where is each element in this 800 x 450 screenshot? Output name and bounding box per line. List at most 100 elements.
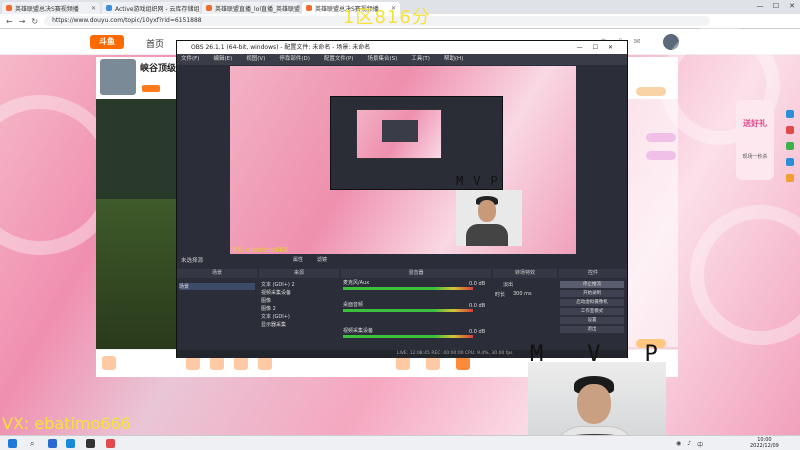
source-item[interactable]: 图像 — [261, 297, 271, 304]
forward-icon[interactable]: → — [19, 17, 26, 26]
badge — [646, 133, 676, 142]
gift-item[interactable] — [210, 356, 224, 370]
refresh-icon[interactable]: ↻ — [31, 17, 38, 26]
no-source-label: 未选择源 — [181, 258, 204, 264]
app-icon[interactable] — [786, 142, 794, 150]
search-icon[interactable]: ⌕ — [30, 439, 40, 448]
gift-item[interactable] — [234, 356, 248, 370]
promo-banner[interactable] — [736, 100, 774, 180]
windows-taskbar: ⌕ ◉ ♪ 中 10:00 2022/12/09 — [0, 435, 800, 450]
clock[interactable]: 10:00 2022/12/09 — [750, 437, 779, 449]
gift-item[interactable] — [426, 356, 440, 370]
task-view-icon[interactable] — [48, 439, 57, 448]
badge — [636, 87, 666, 96]
menu-help[interactable]: 帮助(H) — [444, 54, 463, 65]
obs-preview[interactable]: MVP VX: ebatimo666 — [230, 66, 576, 254]
vx-contact-overlay: VX: ebatimo666 — [2, 414, 131, 433]
menu-file[interactable]: 文件(F) — [181, 54, 199, 65]
maximize-icon[interactable]: ☐ — [768, 0, 784, 12]
virtual-camera-button[interactable]: 启动虚拟摄像机 — [560, 299, 624, 306]
streamer-room-title: 峡谷顶级 — [140, 64, 177, 74]
close-tab-icon[interactable]: ✕ — [91, 5, 96, 12]
properties-button[interactable]: 属性 — [293, 256, 303, 263]
stop-streaming-button[interactable]: 停止推流 — [560, 281, 624, 288]
gift-item[interactable] — [186, 356, 200, 370]
browser-tab[interactable]: 英雄联盟总决S赛视频播 ✕ — [2, 2, 100, 14]
menu-scene-collection[interactable]: 场景集合(S) — [367, 54, 397, 65]
badge — [646, 151, 676, 160]
duration-input[interactable]: 300 ms — [513, 291, 532, 297]
obs-window: OBS 26.1.1 (64-bit, windows) - 配置文件: 未命名… — [176, 40, 628, 358]
sources-header: 来源 — [259, 269, 339, 278]
source-item[interactable]: 图像 2 — [261, 305, 276, 312]
browser-tab[interactable]: Active游戏组织网 - 云库存储组 ✕ — [102, 2, 200, 14]
douyu-favicon-icon — [6, 5, 12, 11]
source-item[interactable]: 显示器采集 — [261, 321, 286, 328]
nav-home-link[interactable]: 首页 — [146, 37, 164, 50]
browser-tab[interactable]: 英雄联盟直播_lol直播_英雄联盟 ✕ — [202, 2, 300, 14]
mixer-channel-name: 桌面音频 — [343, 302, 364, 308]
mixer-meter — [343, 335, 473, 338]
obs-taskbar-icon[interactable] — [86, 439, 95, 448]
scene-item[interactable]: 场景 — [179, 283, 255, 290]
share-icon[interactable] — [786, 110, 794, 118]
menu-docks[interactable]: 停靠部件(D) — [279, 54, 310, 65]
menu-tools[interactable]: 工具(T) — [411, 54, 430, 65]
douyu-logo[interactable]: 斗鱼 — [90, 35, 124, 49]
close-window-icon[interactable]: ✕ — [784, 0, 800, 12]
right-chat-panel — [628, 57, 678, 348]
exit-button[interactable]: 退出 — [560, 326, 624, 333]
source-item[interactable]: 视频采集设备 — [261, 289, 291, 296]
start-recording-button[interactable]: 开始录制 — [560, 290, 624, 297]
transition-select[interactable]: 淡出 — [503, 281, 513, 288]
start-icon[interactable] — [8, 439, 17, 448]
duration-label: 时长 — [495, 292, 506, 298]
mixer-level: 0.0 dB — [469, 281, 486, 287]
back-icon[interactable]: ← — [6, 17, 13, 26]
source-item[interactable]: 文本 (GDI+) 2 — [261, 281, 295, 288]
site-favicon-icon — [106, 5, 112, 11]
volume-icon[interactable]: ♪ — [687, 440, 691, 449]
ime-icon[interactable]: 中 — [697, 440, 703, 449]
score-overlay: 1区816分 — [343, 7, 431, 28]
source-item[interactable]: 文本 (GDI+) — [261, 313, 290, 320]
filters-button[interactable]: 滤镜 — [317, 256, 327, 263]
app-taskbar-icon[interactable] — [106, 439, 115, 448]
menu-edit[interactable]: 编辑(E) — [213, 54, 232, 65]
mixer-meter — [343, 287, 473, 290]
scenes-header: 场景 — [177, 269, 257, 278]
mixer-channel-name: 麦克风/Aux — [343, 280, 370, 286]
menu-view[interactable]: 视图(V) — [246, 54, 265, 65]
nested-webcam — [456, 190, 522, 246]
douyu-favicon-icon — [306, 5, 312, 11]
controls-header: 控件 — [559, 269, 627, 278]
streamer-tag — [142, 85, 160, 92]
gift-item[interactable] — [102, 356, 116, 370]
nested-screen-capture: MVP VX: ebatimo666 — [230, 66, 576, 254]
obs-menu-bar: 文件(F) 编辑(E) 视图(V) 停靠部件(D) 配置文件(P) 场景集合(S… — [177, 54, 627, 65]
network-icon[interactable]: ◉ — [676, 440, 681, 449]
minimize-icon[interactable]: — — [752, 0, 768, 12]
mixer-level: 0.0 dB — [469, 329, 486, 335]
mixer-channel-name: 视频采集设备 — [343, 328, 374, 334]
message-icon[interactable]: ✉ — [634, 37, 641, 46]
menu-profile[interactable]: 配置文件(P) — [324, 54, 354, 65]
settings-button[interactable]: 设置 — [560, 317, 624, 324]
studio-mode-button[interactable]: 工作室模式 — [560, 308, 624, 315]
app-icon[interactable] — [786, 158, 794, 166]
app-icon[interactable] — [786, 174, 794, 182]
nested-mvp-text: MVP — [456, 174, 508, 188]
edge-icon[interactable] — [66, 439, 75, 448]
streamer-avatar[interactable] — [100, 59, 136, 95]
mixer-level: 0.0 dB — [469, 303, 486, 309]
douyu-favicon-icon — [206, 5, 212, 11]
gift-item[interactable] — [258, 356, 272, 370]
app-icon[interactable] — [786, 126, 794, 134]
obs-window-controls[interactable]: —☐✕ — [577, 41, 623, 54]
recharge-button[interactable] — [456, 356, 470, 370]
promo-subtitle: 现场一秒杀 — [742, 154, 768, 160]
gift-item[interactable] — [396, 356, 410, 370]
stream-video[interactable] — [96, 99, 178, 349]
promo-title: 送好礼 — [743, 119, 767, 128]
nested-vx-text: VX: ebatimo666 — [232, 246, 289, 254]
